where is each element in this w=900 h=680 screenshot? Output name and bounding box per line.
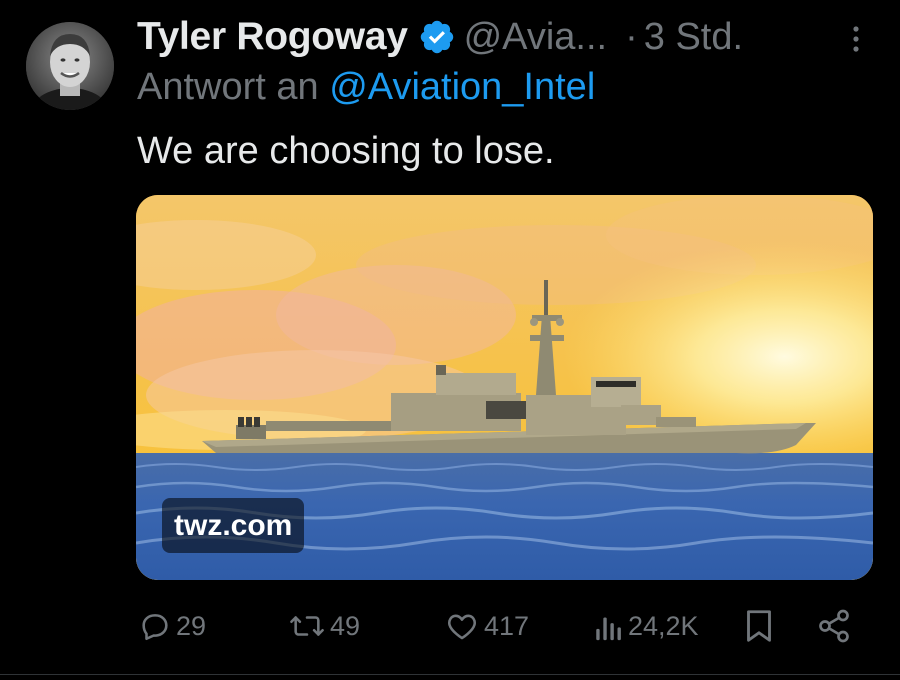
author-name[interactable]: Tyler Rogoway: [137, 15, 408, 59]
tweet[interactable]: Tyler Rogoway @Avia... · 3 Std. Antwort …: [0, 0, 900, 680]
repost-count: 49: [330, 610, 361, 641]
tweet-media-card[interactable]: twz.com: [136, 195, 873, 580]
like-count: 417: [484, 610, 530, 641]
avatar[interactable]: [26, 22, 114, 110]
avatar-image: [26, 22, 114, 110]
tweet-text: We are choosing to lose.: [137, 130, 555, 172]
reply-button[interactable]: 29: [138, 606, 206, 646]
more-options-icon[interactable]: [846, 24, 866, 54]
repost-button[interactable]: 49: [288, 606, 360, 646]
views-icon: [594, 609, 624, 643]
bookmark-button[interactable]: [744, 606, 774, 646]
reply-count: 29: [176, 610, 207, 641]
comment-icon: [138, 609, 172, 643]
tweet-actions: 29 49 417 24,2K: [138, 606, 868, 646]
timestamp[interactable]: 3 Std.: [644, 16, 743, 59]
views-count: 24,2K: [628, 610, 699, 641]
reply-prefix: Antwort an: [137, 66, 319, 108]
verified-badge-icon[interactable]: [418, 18, 456, 56]
share-icon: [816, 608, 852, 644]
heart-icon: [444, 609, 480, 643]
bookmark-icon: [744, 608, 774, 644]
views-button[interactable]: 24,2K: [594, 606, 699, 646]
repost-icon: [288, 609, 326, 643]
media-source-label: twz.com: [162, 498, 305, 553]
tweet-header: Tyler Rogoway @Avia... · 3 Std.: [137, 12, 743, 62]
tweet-divider: [0, 674, 900, 675]
author-handle[interactable]: @Avia...: [464, 16, 607, 59]
like-button[interactable]: 417: [444, 606, 529, 646]
separator-dot: ·: [625, 15, 638, 58]
reply-mention-link[interactable]: @Aviation_Intel: [329, 66, 595, 108]
reply-context: Antwort an @Aviation_Intel: [137, 66, 595, 109]
share-button[interactable]: [816, 606, 852, 646]
